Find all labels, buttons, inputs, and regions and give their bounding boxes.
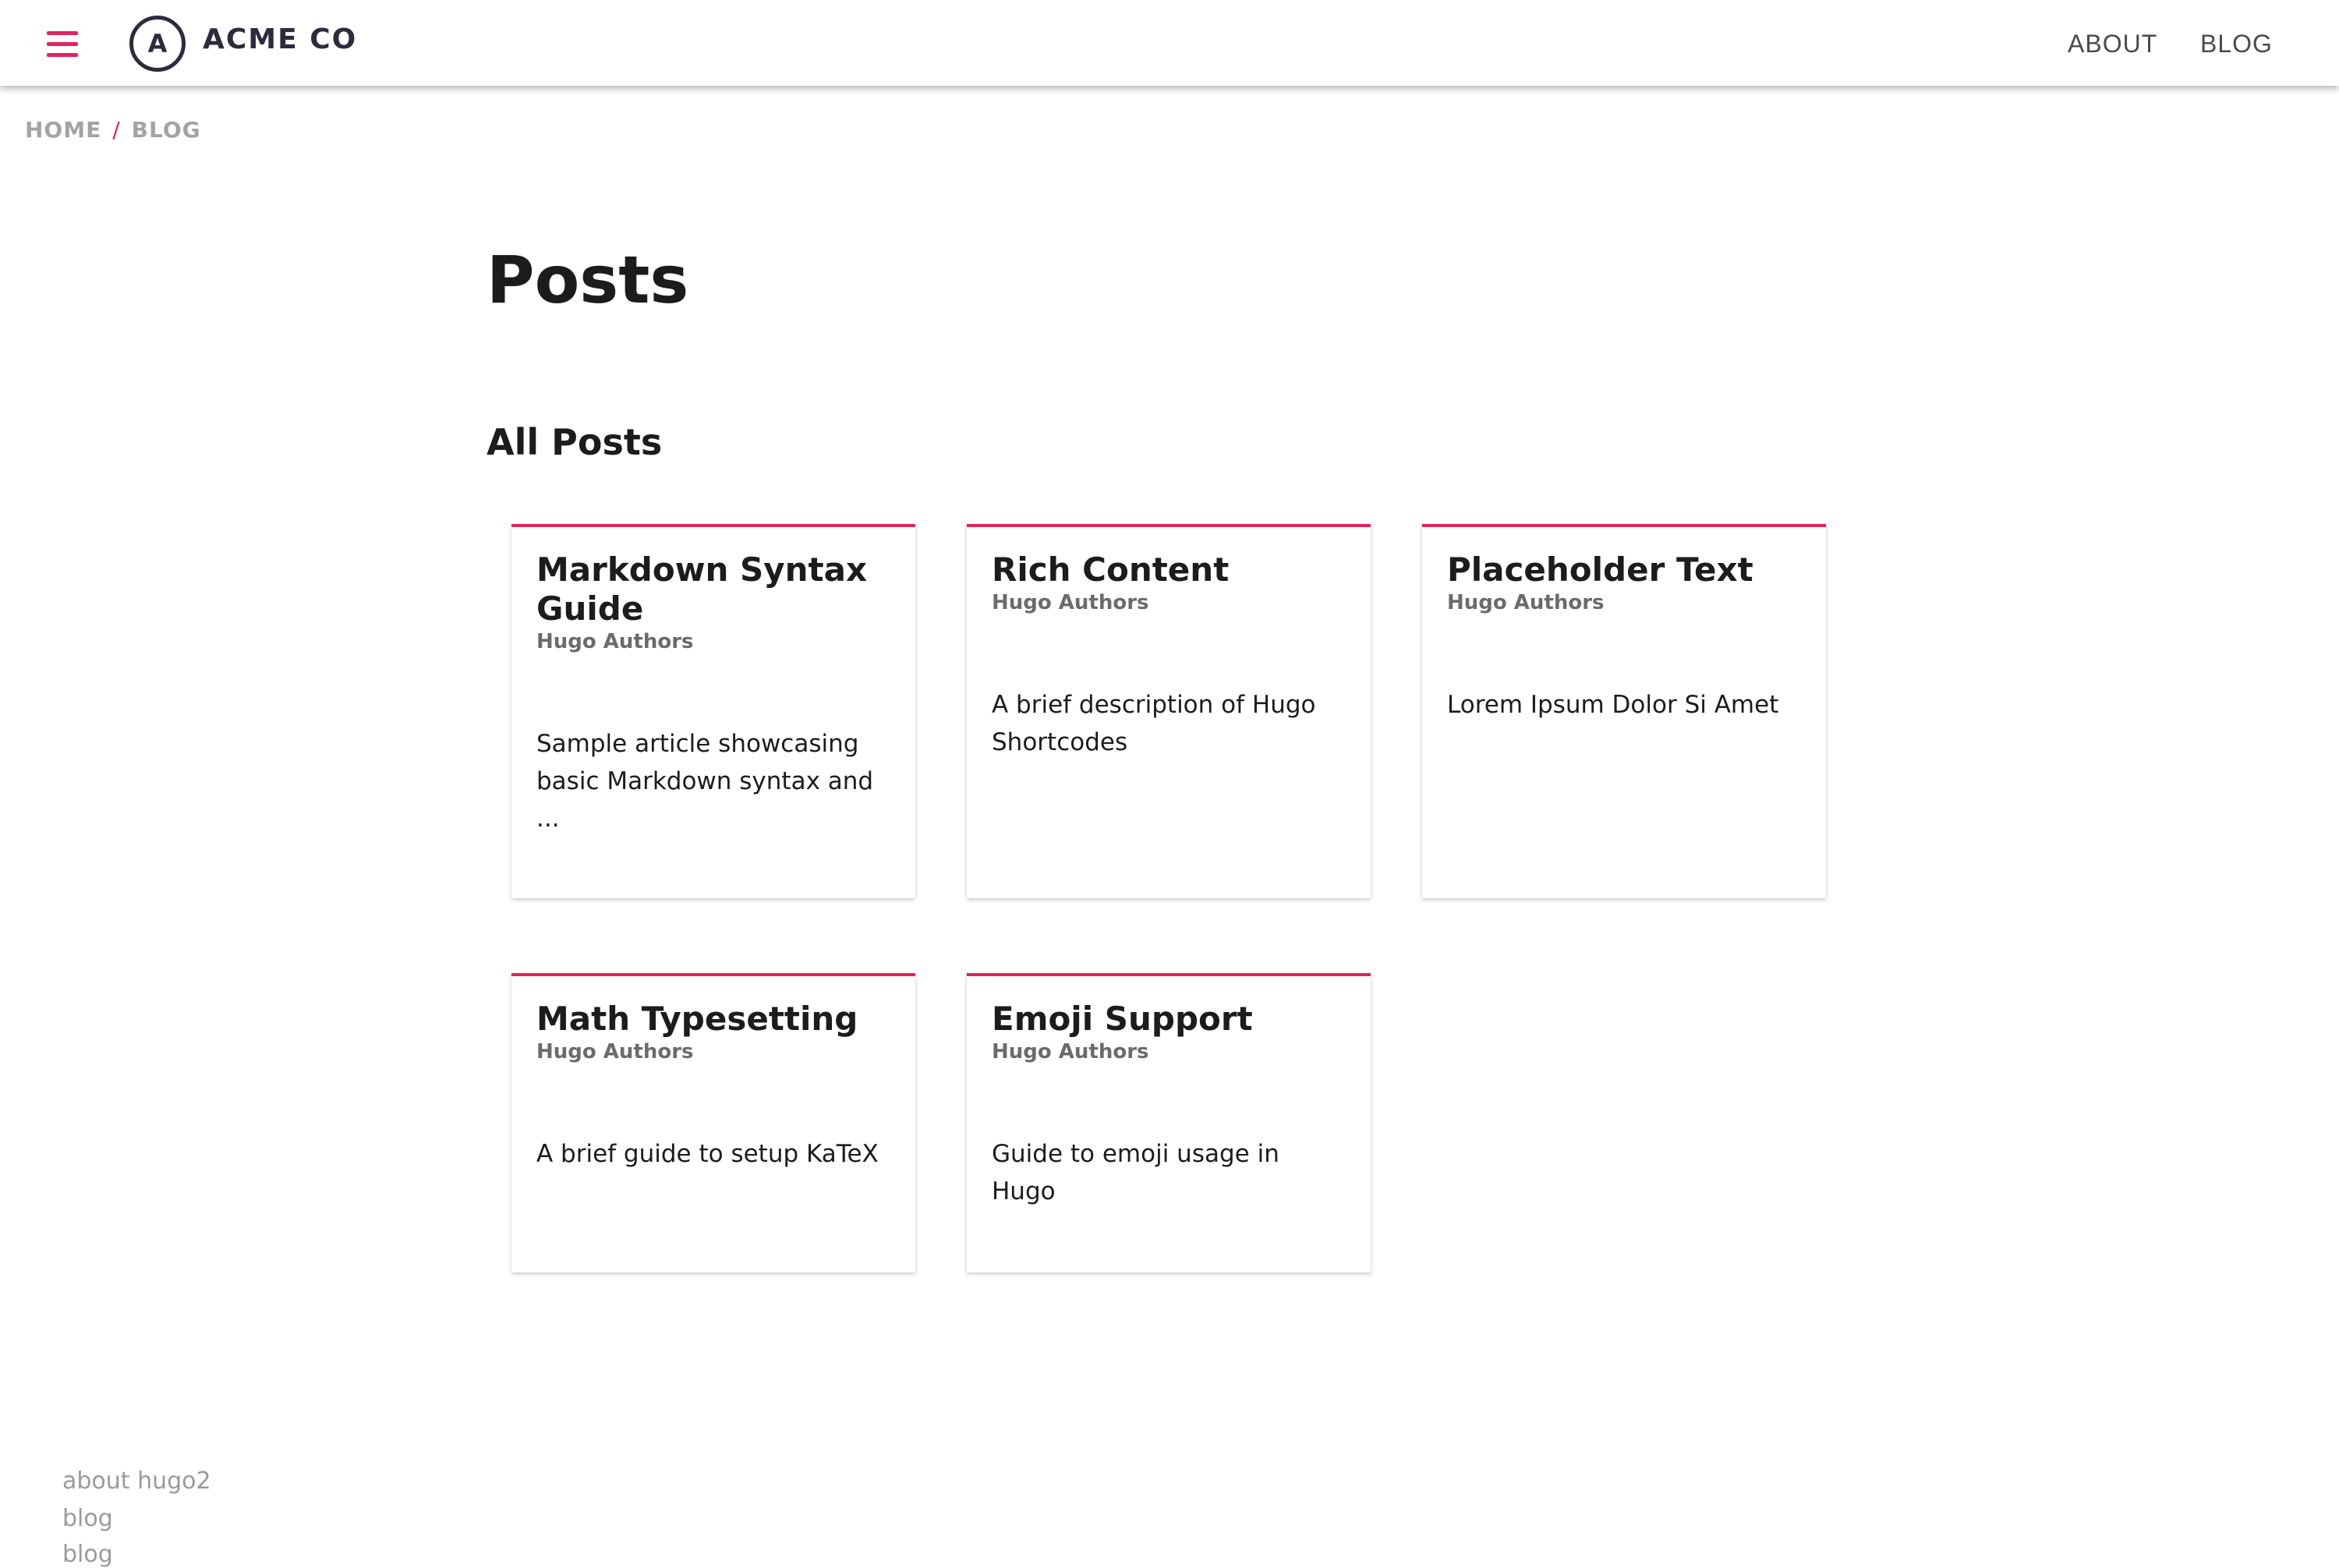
post-card-title[interactable]: Placeholder Text bbox=[1447, 550, 1801, 589]
breadcrumb-separator: / bbox=[112, 117, 121, 143]
post-card-author: Hugo Authors bbox=[536, 630, 694, 653]
post-card-author: Hugo Authors bbox=[992, 1040, 1149, 1064]
post-card-description: A brief description of Hugo Shortcodes bbox=[992, 691, 1316, 756]
logo-icon[interactable]: A bbox=[129, 16, 186, 72]
footer-link-about-hugo2[interactable]: about hugo2 bbox=[62, 1467, 211, 1495]
breadcrumb: HOME / BLOG bbox=[25, 117, 201, 143]
section-title: All Posts bbox=[487, 421, 663, 463]
post-card-title[interactable]: Markdown Syntax Guide bbox=[536, 550, 890, 628]
post-card-emoji-support[interactable]: Emoji Support Hugo Authors Guide to emoj… bbox=[967, 973, 1371, 1272]
breadcrumb-current[interactable]: BLOG bbox=[132, 117, 201, 143]
post-card-title[interactable]: Emoji Support bbox=[992, 1000, 1346, 1039]
post-card-description: Sample article showcasing basic Markdown… bbox=[536, 730, 874, 833]
post-card-rich-content[interactable]: Rich Content Hugo Authors A brief descri… bbox=[967, 524, 1371, 898]
post-card-description: A brief guide to setup KaTeX bbox=[536, 1140, 879, 1168]
nav-blog-link[interactable]: BLOG bbox=[2200, 30, 2273, 58]
post-card-markdown-syntax-guide[interactable]: Markdown Syntax Guide Hugo Authors Sampl… bbox=[511, 524, 915, 898]
post-card-description: Guide to emoji usage in Hugo bbox=[992, 1140, 1279, 1205]
post-card-author: Hugo Authors bbox=[1447, 591, 1605, 614]
breadcrumb-home-link[interactable]: HOME bbox=[25, 117, 101, 143]
brand-name[interactable]: ACME CO bbox=[203, 23, 357, 55]
footer-link-blog-2[interactable]: blog bbox=[62, 1541, 113, 1568]
post-card-title[interactable]: Math Typesetting bbox=[536, 1000, 890, 1039]
page-title: Posts bbox=[487, 242, 689, 318]
hamburger-menu-icon[interactable] bbox=[47, 31, 78, 58]
post-card-placeholder-text[interactable]: Placeholder Text Hugo Authors Lorem Ipsu… bbox=[1422, 524, 1826, 898]
nav-about-link[interactable]: ABOUT bbox=[2068, 30, 2157, 58]
post-card-title[interactable]: Rich Content bbox=[992, 550, 1346, 589]
post-card-description: Lorem Ipsum Dolor Si Amet bbox=[1447, 691, 1779, 719]
post-card-author: Hugo Authors bbox=[992, 591, 1149, 614]
post-card-math-typesetting[interactable]: Math Typesetting Hugo Authors A brief gu… bbox=[511, 973, 915, 1272]
top-app-bar: A ACME CO ABOUT BLOG bbox=[0, 0, 2339, 86]
footer-link-blog[interactable]: blog bbox=[62, 1505, 113, 1532]
post-card-author: Hugo Authors bbox=[536, 1040, 694, 1064]
